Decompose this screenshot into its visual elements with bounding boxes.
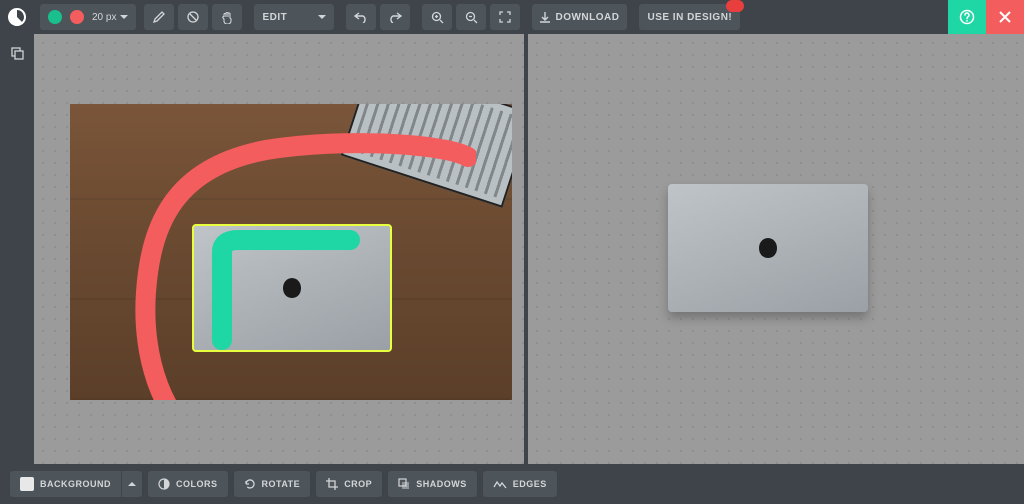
chevron-up-icon <box>128 482 136 486</box>
rotate-icon <box>244 478 256 490</box>
keep-brush-button[interactable] <box>48 10 62 24</box>
download-label: DOWNLOAD <box>555 12 619 23</box>
edges-icon <box>493 479 507 489</box>
window-controls <box>948 0 1024 34</box>
workspace <box>34 34 1024 464</box>
left-sidebar <box>0 34 34 464</box>
contrast-icon <box>158 478 170 490</box>
edges-label: EDGES <box>513 479 547 489</box>
pan-tool-button[interactable] <box>212 4 242 30</box>
background-swatch-icon <box>20 477 34 491</box>
edges-button[interactable]: EDGES <box>483 471 557 497</box>
fullscreen-button[interactable] <box>490 4 520 30</box>
shadows-button[interactable]: SHADOWS <box>388 471 477 497</box>
source-image[interactable] <box>70 104 512 400</box>
brush-color-group: 20 px <box>40 4 136 30</box>
remove-brush-button[interactable] <box>70 10 84 24</box>
undo-button[interactable] <box>346 4 376 30</box>
use-in-design-button[interactable]: USE IN DESIGN! <box>639 4 740 30</box>
zoom-in-button[interactable] <box>422 4 452 30</box>
result-panel[interactable] <box>528 34 1024 464</box>
redo-button[interactable] <box>380 4 410 30</box>
pencil-tool-button[interactable] <box>144 4 174 30</box>
erase-tool-button[interactable] <box>178 4 208 30</box>
crop-label: CROP <box>344 479 372 489</box>
background-dropdown-button[interactable] <box>122 471 142 497</box>
shadows-icon <box>398 478 410 490</box>
use-in-design-label: USE IN DESIGN! <box>647 12 732 23</box>
keep-brush-stroke <box>200 230 370 350</box>
help-button[interactable] <box>948 0 986 34</box>
chevron-down-icon <box>318 15 326 19</box>
mode-label: EDIT <box>262 12 287 23</box>
colors-label: COLORS <box>176 479 218 489</box>
background-button[interactable]: BACKGROUND <box>10 471 121 497</box>
app-logo[interactable] <box>0 0 34 34</box>
crop-icon <box>326 478 338 490</box>
background-split-button: BACKGROUND <box>10 471 142 497</box>
brush-size-value: 20 px <box>92 12 116 23</box>
download-button[interactable]: DOWNLOAD <box>532 4 627 30</box>
zoom-out-button[interactable] <box>456 4 486 30</box>
top-toolbar: 20 px EDIT <box>0 0 1024 34</box>
crop-button[interactable]: CROP <box>316 471 382 497</box>
chevron-down-icon <box>120 15 128 19</box>
background-label: BACKGROUND <box>40 479 111 489</box>
result-laptop <box>668 184 868 312</box>
rotate-button[interactable]: ROTATE <box>234 471 311 497</box>
colors-button[interactable]: COLORS <box>148 471 228 497</box>
rotate-label: ROTATE <box>262 479 301 489</box>
mode-dropdown[interactable]: EDIT <box>254 4 334 30</box>
close-button[interactable] <box>986 0 1024 34</box>
shadows-label: SHADOWS <box>416 479 467 489</box>
brush-size-dropdown[interactable]: 20 px <box>92 4 128 30</box>
source-panel[interactable] <box>34 34 524 464</box>
bottom-toolbar: BACKGROUND COLORS ROTATE CROP SHADOWS ED… <box>0 464 1024 504</box>
layers-button[interactable] <box>4 40 30 66</box>
